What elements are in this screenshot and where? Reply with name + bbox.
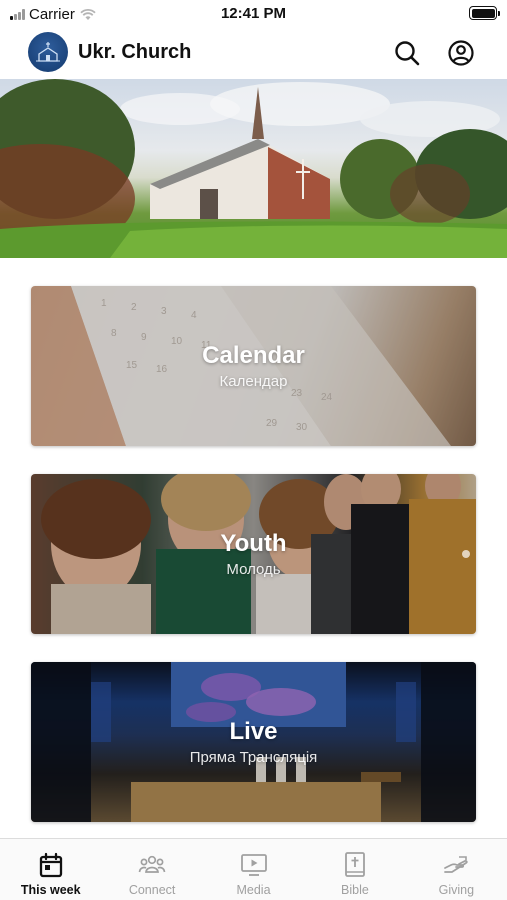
calendar-card-subtitle: Календар — [219, 373, 288, 390]
church-logo-icon[interactable] — [28, 32, 68, 72]
status-time: 12:41 PM — [220, 5, 287, 22]
tab-giving[interactable]: Giving — [406, 839, 507, 900]
calendar-card[interactable]: 1234 8 9 10 11 15 16 23 24 29 30 Calendar Кален… — [31, 286, 476, 446]
bible-icon — [341, 851, 369, 879]
battery-icon — [469, 6, 500, 20]
app-header: Ukr. Church — [0, 28, 507, 78]
calendar-card-title: Calendar — [202, 342, 305, 369]
group-icon — [138, 851, 166, 879]
tab-bible[interactable]: Bible — [304, 839, 405, 900]
hero-church-image — [0, 79, 507, 258]
live-card[interactable]: Live Пряма Трансляція — [31, 662, 476, 822]
profile-icon[interactable] — [447, 39, 475, 67]
giving-hand-icon — [442, 851, 470, 879]
youth-card-title: Youth — [220, 530, 287, 557]
search-icon[interactable] — [393, 39, 421, 67]
tab-this-week[interactable]: This week — [0, 839, 101, 900]
play-screen-icon — [240, 851, 268, 879]
calendar-icon — [37, 851, 65, 879]
tab-label: Bible — [341, 883, 369, 897]
tab-label: Connect — [128, 883, 176, 897]
tab-connect[interactable]: Connect — [101, 839, 202, 900]
tab-label: Media — [236, 883, 271, 897]
live-card-subtitle: Пряма Трансляція — [189, 749, 318, 766]
tab-media[interactable]: Media — [203, 839, 304, 900]
youth-card[interactable]: Youth Молодь — [31, 474, 476, 634]
status-bar: Carrier 12:41 PM — [0, 0, 507, 28]
app-title: Ukr. Church — [78, 41, 192, 63]
tab-label: This week — [20, 883, 81, 897]
tab-bar: This week Connect Media Bible Giving — [0, 838, 507, 900]
youth-card-subtitle: Молодь — [226, 561, 281, 578]
tab-label: Giving — [438, 883, 475, 897]
live-card-title: Live — [229, 718, 278, 745]
